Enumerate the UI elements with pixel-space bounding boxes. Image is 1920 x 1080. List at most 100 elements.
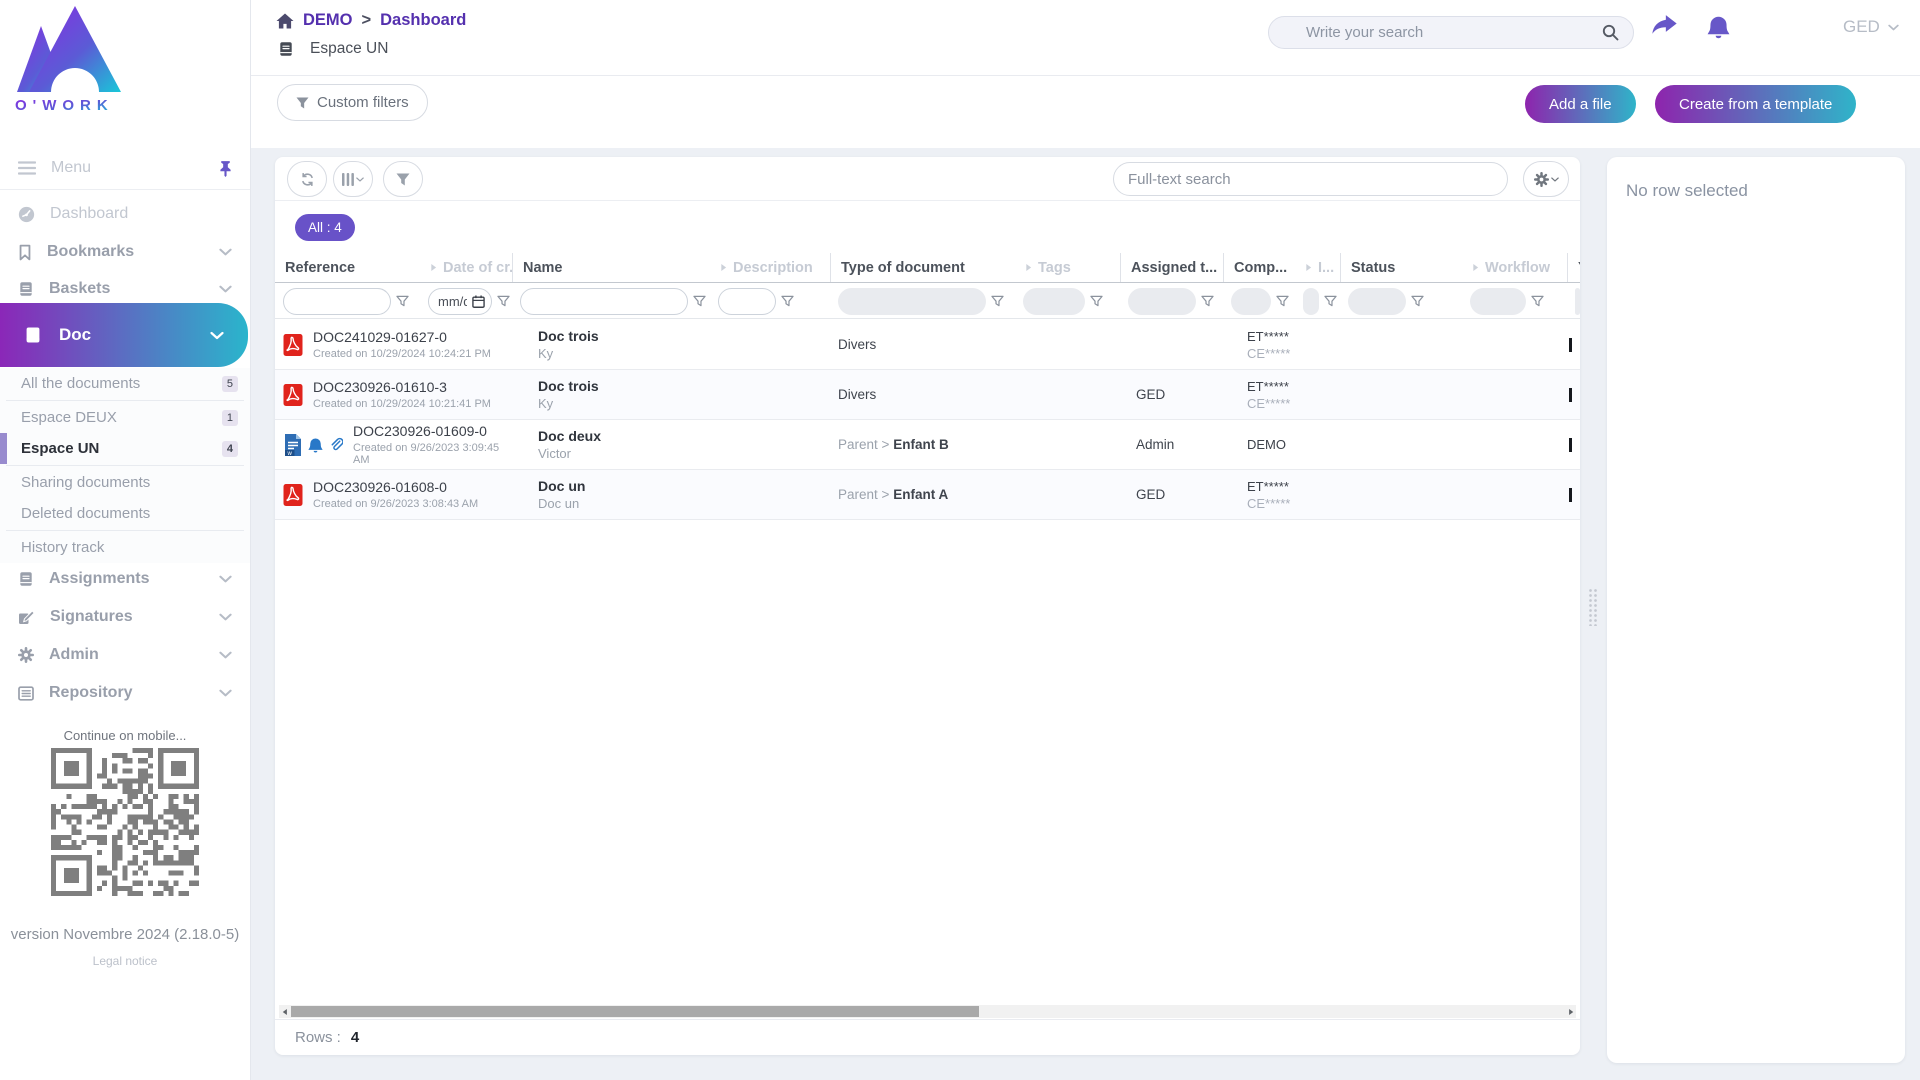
funnel-icon[interactable]: [1276, 295, 1289, 307]
name-filter-input[interactable]: [520, 287, 688, 315]
funnel-icon[interactable]: [1411, 295, 1424, 307]
column-header-description[interactable]: Description: [710, 253, 830, 282]
book-icon: [278, 41, 294, 57]
column-header-reference[interactable]: Reference: [275, 253, 420, 282]
chevron-down-icon: [219, 285, 232, 293]
funnel-icon: [296, 97, 309, 109]
funnel-icon[interactable]: [497, 295, 510, 307]
funnel-icon[interactable]: [693, 295, 706, 307]
logo-text: O'WORK: [15, 97, 114, 114]
panel-resize-handle[interactable]: [1588, 588, 1599, 626]
pin-icon[interactable]: [219, 160, 232, 177]
sidebar-item-bookmarks[interactable]: Bookmarks: [0, 233, 250, 271]
count-badge: 1: [221, 409, 238, 426]
company-cell: ET***** CE*****: [1247, 328, 1291, 361]
fulltext-search-input[interactable]: [1114, 170, 1507, 188]
global-search: [1268, 16, 1634, 49]
funnel-icon[interactable]: [396, 295, 409, 307]
table-settings-button[interactable]: [1523, 161, 1569, 197]
sidebar-item-admin[interactable]: Admin: [0, 636, 250, 674]
sidebar-item-espace-un[interactable]: Espace UN 4: [0, 433, 250, 464]
created-date: Created on 10/29/2024 10:24:21 PM: [313, 348, 491, 360]
sidebar-item-deleted-documents[interactable]: Deleted documents: [0, 498, 250, 529]
document-reference: DOC241029-01627-0: [313, 329, 447, 345]
tab-all-documents[interactable]: All : 4: [295, 214, 355, 241]
user-menu-dropdown[interactable]: GED: [1843, 17, 1899, 37]
type-cell: Divers: [838, 337, 877, 352]
add-file-button[interactable]: Add a file: [1525, 85, 1636, 123]
table-row[interactable]: DOC230926-01610-3 Created on 10/29/2024 …: [275, 370, 1580, 420]
scrollbar-track[interactable]: [290, 1005, 1565, 1018]
sidebar-item-sharing-documents[interactable]: Sharing documents: [0, 467, 250, 498]
funnel-icon[interactable]: [781, 295, 794, 307]
funnel-icon[interactable]: [1324, 295, 1337, 307]
app-logo[interactable]: O'WORK: [13, 4, 123, 114]
scroll-right-arrow[interactable]: [1565, 1005, 1576, 1018]
sidebar-item-history-track[interactable]: History track: [0, 532, 250, 563]
column-header-assigned[interactable]: Assigned t...: [1120, 253, 1223, 282]
sidebar-item-signatures[interactable]: Signatures: [0, 598, 250, 636]
description-filter-input[interactable]: [718, 287, 776, 315]
refresh-button[interactable]: [287, 161, 327, 197]
share-button[interactable]: [1651, 14, 1678, 37]
home-icon[interactable]: [276, 13, 294, 29]
calendar-icon[interactable]: [472, 295, 485, 308]
empty-selection-text: No row selected: [1626, 181, 1748, 200]
global-search-input[interactable]: [1269, 24, 1602, 41]
funnel-icon[interactable]: [1531, 295, 1544, 307]
book-icon: [18, 281, 34, 297]
filter-button[interactable]: [383, 161, 423, 197]
doc-submenu: All the documents 5 Espace DEUX 1 Espace…: [0, 368, 250, 563]
breadcrumb-home[interactable]: DEMO: [303, 11, 353, 30]
pdf-icon: [283, 333, 303, 357]
divider: [251, 75, 1920, 76]
horizontal-scrollbar[interactable]: [279, 1005, 1576, 1018]
column-header-type[interactable]: Type of document: [830, 253, 1015, 282]
chevron-down-icon: [219, 651, 232, 659]
column-header-date[interactable]: Date of cr...: [420, 253, 512, 282]
count-badge: 5: [221, 375, 238, 392]
table-row[interactable]: DOC230926-01608-0 Created on 9/26/2023 3…: [275, 470, 1580, 520]
legal-notice-link[interactable]: Legal notice: [0, 954, 250, 968]
filter-i: [1295, 287, 1340, 315]
funnel-icon: [396, 173, 410, 186]
column-header-company[interactable]: Comp...: [1223, 253, 1295, 282]
columns-button[interactable]: [333, 161, 373, 197]
table-footer: Rows : 4: [275, 1019, 1580, 1055]
funnel-icon[interactable]: [1090, 295, 1103, 307]
table-row[interactable]: DOC230926-01609-0 Created on 9/26/2023 3…: [275, 420, 1580, 470]
custom-filters-button[interactable]: Custom filters: [277, 84, 428, 121]
create-from-template-button[interactable]: Create from a template: [1655, 85, 1857, 123]
search-icon[interactable]: [1602, 24, 1619, 41]
table-row[interactable]: DOC241029-01627-0 Created on 10/29/2024 …: [275, 320, 1580, 370]
repository-icon: [18, 686, 34, 701]
funnel-icon[interactable]: [991, 295, 1004, 307]
sidebar-item-all-documents[interactable]: All the documents 5: [0, 368, 250, 399]
column-header-status[interactable]: Status: [1340, 253, 1462, 282]
clipped-cell: [1567, 487, 1580, 502]
scroll-left-arrow[interactable]: [279, 1005, 290, 1018]
column-header-y[interactable]: Y...: [1567, 253, 1580, 282]
filter-assigned: [1120, 287, 1223, 315]
column-header-tags[interactable]: Tags: [1015, 253, 1120, 282]
sidebar-item-repository[interactable]: Repository: [0, 674, 250, 712]
column-header-name[interactable]: Name: [512, 253, 710, 282]
filter-date: [420, 287, 512, 315]
sidebar-item-dashboard[interactable]: Dashboard: [0, 195, 250, 233]
notifications-button[interactable]: [1707, 13, 1730, 39]
clipped-text: [1569, 387, 1572, 402]
reference-filter-input[interactable]: [283, 287, 391, 315]
funnel-icon[interactable]: [1201, 295, 1214, 307]
scrollbar-thumb[interactable]: [291, 1006, 979, 1017]
triangle-right-icon: [720, 263, 727, 272]
sidebar-item-assignments[interactable]: Assignments: [0, 560, 250, 598]
type-filter-disabled: [838, 287, 986, 315]
column-header-workflow[interactable]: Workflow: [1462, 253, 1567, 282]
sidebar-item-doc-active[interactable]: Doc: [0, 303, 248, 367]
sidebar-item-espace-deux[interactable]: Espace DEUX 1: [0, 402, 250, 433]
breadcrumb-page[interactable]: Dashboard: [380, 11, 466, 30]
menu-toggle[interactable]: Menu: [0, 148, 250, 188]
table-header-row: Reference Date of cr... Name Description…: [275, 253, 1580, 283]
filter-reference: [275, 287, 420, 315]
column-header-i[interactable]: I...: [1295, 253, 1340, 282]
